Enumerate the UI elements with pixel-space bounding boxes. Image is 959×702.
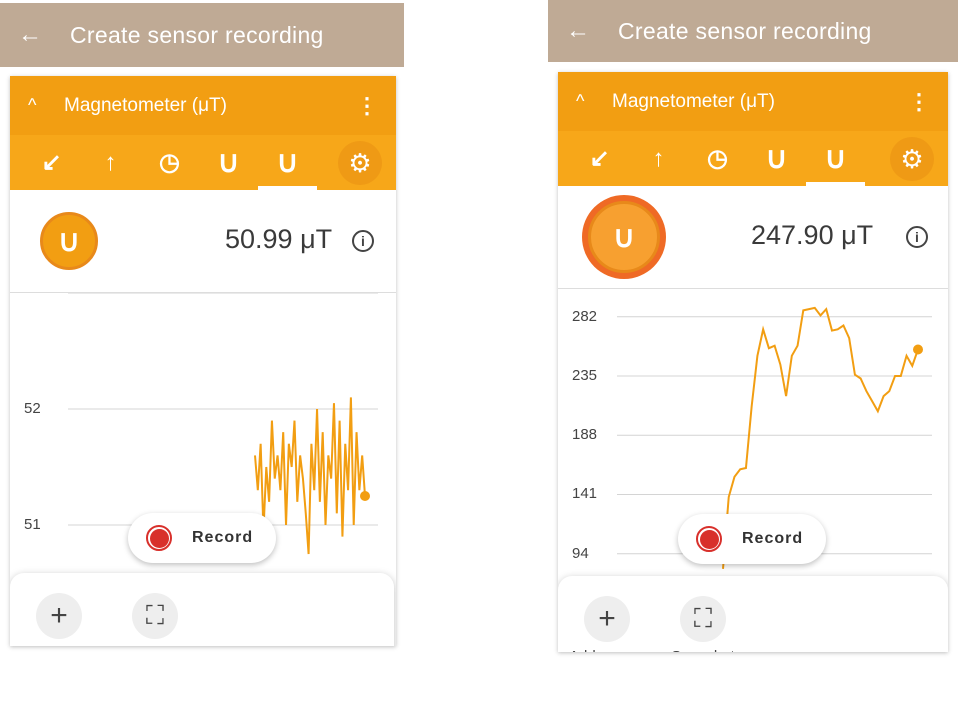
settings-button[interactable]: ⚙ (890, 137, 934, 181)
plus-icon: + (584, 596, 630, 642)
app-bar-title: Create sensor recording (618, 17, 872, 44)
sensor-title: Magnetometer (μT) (64, 94, 227, 116)
app-bar: ← Create sensor recording (0, 3, 404, 67)
sensor-tabs: ↙ ↑ ◷ ∪ ∪ ⚙ (10, 135, 396, 190)
tab-magnet-icon[interactable]: ∪ (806, 131, 865, 186)
snapshot-button[interactable]: ⛶ Snapshot (658, 596, 748, 652)
y-tick-label: 51 (24, 516, 41, 533)
sensor-card-header: ^ Magnetometer (μT) ⋮ (558, 72, 948, 131)
chevron-up-icon[interactable]: ^ (576, 91, 612, 112)
reading-row: ∪ 50.99 μT i (10, 190, 396, 293)
reading-row: ∪ 247.90 μT i (558, 186, 948, 289)
tab-acceleration-z-icon[interactable]: ↑ (81, 135, 140, 190)
sensor-tabs: ↙ ↑ ◷ ∪ ∪ ⚙ (558, 131, 948, 186)
sensor-status-icon: ∪ (40, 212, 98, 270)
magnet-icon: ∪ (276, 146, 299, 179)
magnet-icon: ∪ (765, 142, 788, 175)
record-label: Record (742, 530, 804, 547)
magnet-icon: ∪ (217, 146, 240, 179)
tab-speedometer-icon[interactable]: ◷ (140, 135, 199, 190)
tab-acceleration-z-icon[interactable]: ↑ (629, 131, 688, 186)
y-tick-label: 141 (572, 485, 598, 503)
app-bar-title: Create sensor recording (70, 21, 324, 48)
acceleration-y-icon: ↙ (589, 145, 610, 172)
magnet-icon: ∪ (824, 142, 847, 175)
tab-magnet-icon[interactable]: ∪ (258, 135, 317, 190)
phone-screen: ← Create sensor recording ^ Magnetometer (μ… (0, 0, 404, 702)
y-tick-label: 94 (572, 544, 589, 562)
tab-speedometer-icon[interactable]: ◷ (688, 131, 747, 186)
sensor-reading: 50.99 μT (225, 224, 333, 254)
action-label: Snapshot (658, 648, 748, 652)
record-icon (146, 525, 172, 551)
y-tick-label: 188 (572, 426, 598, 444)
settings-button[interactable]: ⚙ (338, 141, 382, 185)
sensor-reading: 247.90 μT (751, 220, 874, 250)
record-label: Record (192, 529, 254, 546)
bottom-action-sheet: + Add sensor ⛶ Snapshot (10, 573, 394, 646)
gear-icon: ⚙ (900, 143, 924, 174)
action-label: Snapshot (110, 645, 200, 646)
tab-magnet-icon[interactable]: ∪ (199, 135, 258, 190)
acceleration-z-icon: ↑ (652, 144, 665, 172)
sensor-card: ^ Magnetometer (μT) ⋮ ↙ ↑ ◷ ∪ ∪ ⚙ ∪ 247.90 μT i 282 2… (558, 72, 948, 652)
speedometer-icon: ◷ (707, 145, 728, 172)
gear-icon: ⚙ (348, 147, 372, 178)
arrow-left-icon[interactable]: ← (548, 17, 608, 45)
action-label: Add sensor (14, 645, 104, 646)
add-sensor-button[interactable]: + Add sensor (14, 593, 104, 646)
snapshot-icon: ⛶ (132, 593, 178, 639)
magnet-icon: ∪ (613, 220, 635, 254)
arrow-left-icon[interactable]: ← (0, 21, 60, 49)
bottom-action-sheet: + Add sensor ⛶ Snapshot (558, 576, 948, 652)
y-tick-label: 282 (572, 307, 598, 325)
app-bar: ← Create sensor recording (548, 0, 958, 62)
speedometer-icon: ◷ (159, 149, 180, 176)
plus-icon: + (36, 593, 82, 639)
tab-magnet-icon[interactable]: ∪ (747, 131, 806, 186)
record-button[interactable]: Record (128, 513, 276, 563)
action-label: Add sensor (562, 648, 652, 652)
sensor-card: ^ Magnetometer (μT) ⋮ ↙ ↑ ◷ ∪ ∪ ⚙ ∪ 50.99 μT i 52 51 R… (10, 76, 396, 646)
sensor-status-icon: ∪ (588, 201, 660, 273)
record-button[interactable]: Record (678, 514, 826, 564)
acceleration-z-icon: ↑ (104, 148, 117, 176)
more-vert-icon[interactable]: ⋮ (908, 89, 930, 115)
acceleration-y-icon: ↙ (41, 149, 62, 176)
latest-point (360, 491, 370, 501)
sensor-title: Magnetometer (μT) (612, 90, 775, 112)
y-tick-label: 235 (572, 366, 598, 384)
y-tick-label: 52 (24, 400, 41, 417)
tab-acceleration-y-icon[interactable]: ↙ (22, 135, 81, 190)
magnet-icon: ∪ (58, 224, 80, 258)
snapshot-button[interactable]: ⛶ Snapshot (110, 593, 200, 646)
phone-screen: ← Create sensor recording ^ Magnetometer (μ… (548, 0, 958, 702)
record-icon (696, 526, 722, 552)
add-sensor-button[interactable]: + Add sensor (562, 596, 652, 652)
sensor-card-header: ^ Magnetometer (μT) ⋮ (10, 76, 396, 135)
latest-point (913, 344, 923, 355)
snapshot-icon: ⛶ (680, 596, 726, 642)
info-icon[interactable]: i (906, 226, 928, 248)
chevron-up-icon[interactable]: ^ (28, 95, 64, 116)
info-icon[interactable]: i (352, 230, 374, 252)
tab-acceleration-y-icon[interactable]: ↙ (570, 131, 629, 186)
more-vert-icon[interactable]: ⋮ (356, 93, 378, 119)
